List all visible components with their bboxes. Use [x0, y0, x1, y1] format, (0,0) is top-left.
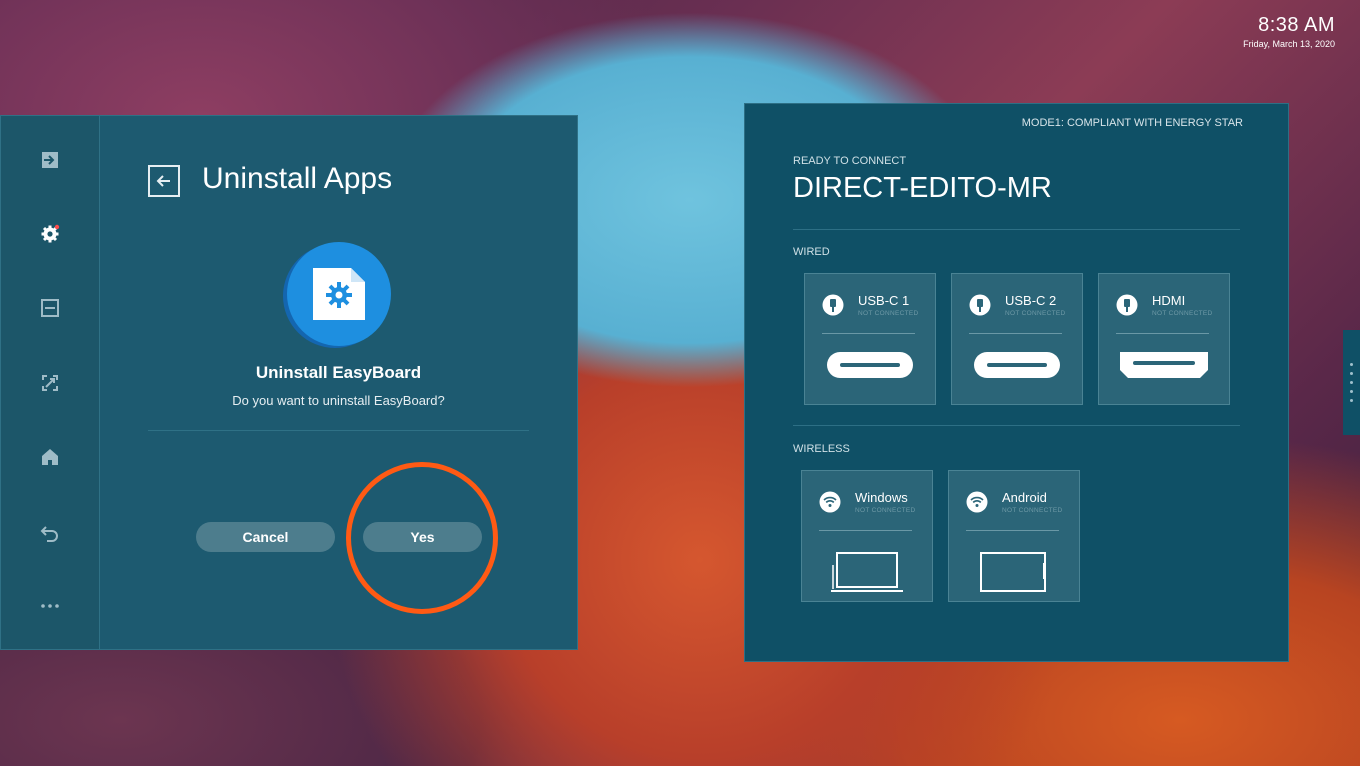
wired-section-label: WIRED [793, 246, 830, 258]
app-settings-file-icon [287, 242, 391, 346]
page-title: Uninstall Apps [202, 162, 393, 195]
wireless-section-label: WIRELESS [793, 443, 850, 455]
card-status: NOT CONNECTED [855, 507, 916, 514]
uninstall-content: Uninstall Apps Uninstall EasyBoard Do yo… [100, 116, 577, 649]
card-windows[interactable]: Windows NOT CONNECTED [801, 470, 933, 602]
card-usb-c-1[interactable]: USB-C 1 NOT CONNECTED [804, 273, 936, 405]
card-status: NOT CONNECTED [1152, 310, 1213, 317]
card-title: Android [1002, 490, 1047, 505]
card-status: NOT CONNECTED [1002, 507, 1063, 514]
card-android[interactable]: Android NOT CONNECTED [948, 470, 1080, 602]
hdmi-port-icon [1099, 350, 1229, 380]
plug-icon [1116, 294, 1138, 316]
divider [793, 229, 1240, 230]
display-panel-icon[interactable] [40, 298, 60, 318]
connection-panel: MODE1: COMPLIANT WITH ENERGY STAR READY … [744, 103, 1289, 662]
card-usb-c-2[interactable]: USB-C 2 NOT CONNECTED [951, 273, 1083, 405]
laptop-icon [802, 551, 932, 593]
back-arrow-button[interactable] [148, 165, 180, 197]
arrow-left-icon [156, 175, 170, 187]
highlight-circle [346, 462, 498, 614]
clock: 8:38 AM Friday, March 13, 2020 [1243, 14, 1335, 49]
card-title: USB-C 1 [858, 293, 910, 308]
wifi-icon [966, 491, 988, 513]
screen-capture-icon[interactable] [40, 373, 60, 393]
sidebar [1, 116, 100, 649]
wifi-icon [819, 491, 841, 513]
uninstall-apps-panel: Uninstall Apps Uninstall EasyBoard Do yo… [0, 115, 578, 650]
clock-time: 8:38 AM [1258, 14, 1335, 36]
cancel-button[interactable]: Cancel [196, 522, 335, 552]
card-hdmi[interactable]: HDMI NOT CONNECTED [1098, 273, 1230, 405]
card-status: NOT CONNECTED [1005, 310, 1066, 317]
card-status: NOT CONNECTED [858, 310, 919, 317]
input-source-icon[interactable] [40, 150, 60, 170]
energy-mode-label: MODE1: COMPLIANT WITH ENERGY STAR [1021, 117, 1243, 129]
plug-icon [969, 294, 991, 316]
home-icon[interactable] [40, 447, 60, 467]
divider [148, 430, 529, 431]
network-name: DIRECT-EDITO-MR [793, 172, 1052, 204]
card-title: Windows [855, 490, 908, 505]
card-title: HDMI [1152, 293, 1186, 308]
card-title: USB-C 2 [1005, 293, 1057, 308]
dialog-message: Do you want to uninstall EasyBoard? [232, 393, 445, 408]
usb-c-port-icon [805, 350, 935, 380]
plug-icon [822, 294, 844, 316]
tablet-icon [949, 551, 1079, 593]
dialog-title: Uninstall EasyBoard [255, 363, 422, 382]
edge-drawer-handle[interactable] [1343, 330, 1360, 435]
ready-to-connect-label: READY TO CONNECT [793, 155, 907, 167]
divider [793, 425, 1240, 426]
usb-c-port-icon [952, 350, 1082, 380]
clock-date: Friday, March 13, 2020 [1243, 39, 1335, 49]
more-dots-icon[interactable] [40, 596, 60, 616]
back-return-icon[interactable] [40, 522, 60, 542]
settings-gear-icon[interactable] [40, 224, 60, 244]
